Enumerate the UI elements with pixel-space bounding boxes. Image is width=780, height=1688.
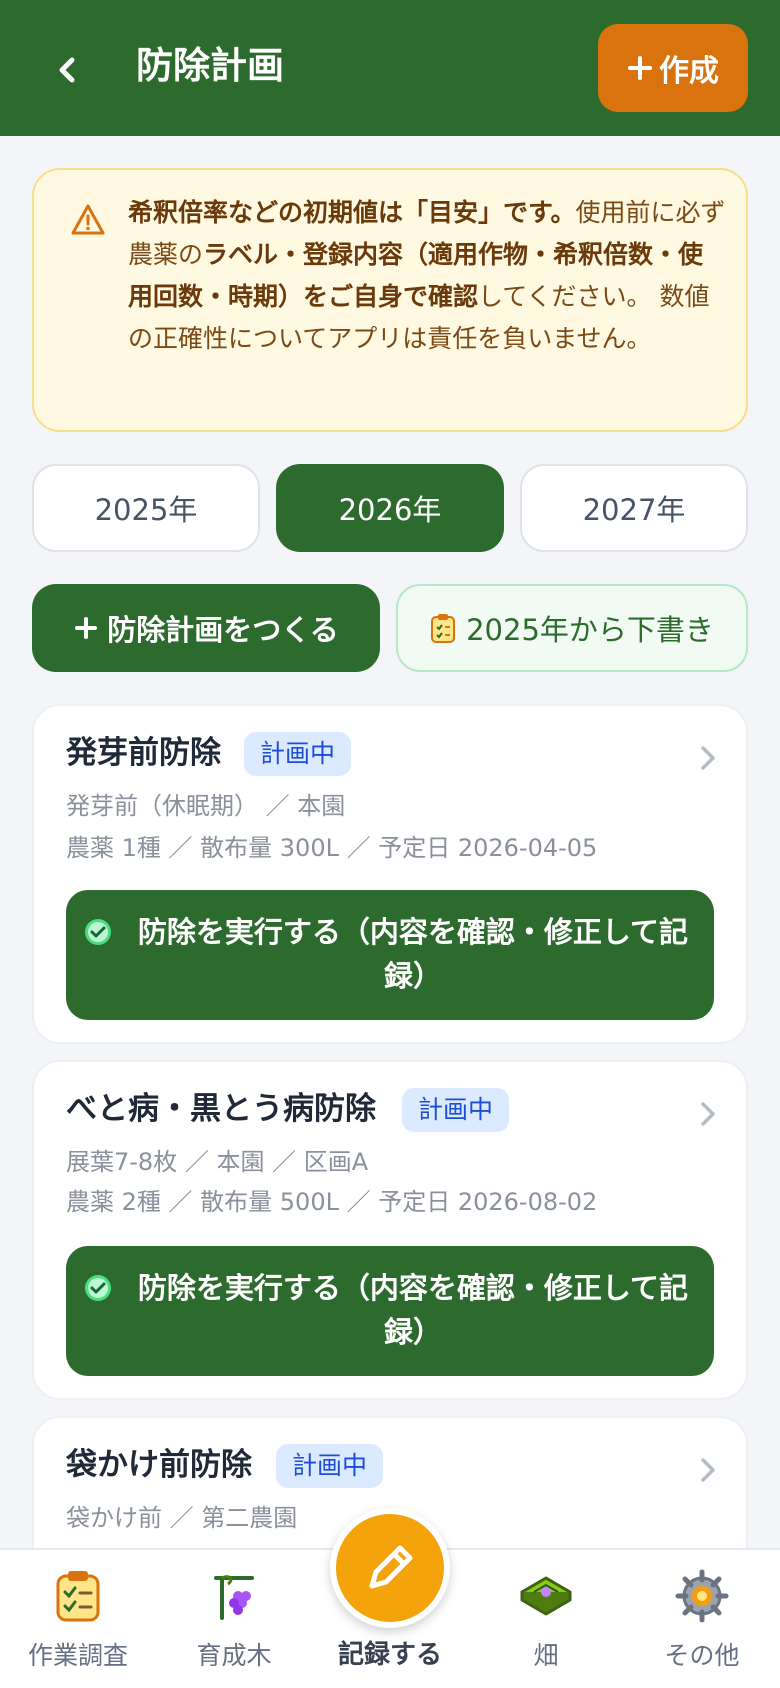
plan-title: 袋かけ前防除 [66,1447,252,1483]
chevron-right-icon [700,744,716,780]
warning-icon [71,204,105,235]
execute-spray-button[interactable]: 防除を実行する（内容を確認・修正して記録） [66,890,714,1020]
year-tab-2027[interactable]: 2027年 [520,464,748,552]
clipboard-icon [431,614,456,643]
make-plan-label: 防除計画をつくる [107,613,339,647]
execute-spray-label: 防除を実行する（内容を確認・修正して記録） [137,915,689,993]
draft-label: 2025年から下書き [466,613,714,647]
plan-card[interactable]: 発芽前防除 計画中 発芽前（休眠期） ／ 本園 農薬 1種 ／ 散布量 300L… [32,704,748,1044]
plan-meta-stage: 袋かけ前 ／ 第二農園 [66,1504,298,1532]
nav-item-work-survey[interactable]: 作業調査 [0,1550,156,1688]
nav-item-trees[interactable]: 育成木 [156,1550,312,1688]
plus-icon [628,56,652,80]
year-tab-2026[interactable]: 2026年 [276,464,504,552]
nav-label: 作業調査 [27,1641,128,1670]
disclaimer-bold-1: 希釈倍率などの初期値は「目安」です。 [128,198,576,227]
plan-title: 発芽前防除 [66,735,221,771]
draft-from-previous-button[interactable]: 2025年から下書き [396,584,748,672]
chevron-right-icon [700,1456,716,1492]
plan-card[interactable]: べと病・黒とう病防除 計画中 展葉7-8枚 ／ 本園 ／ 区画A 農薬 2種 ／… [32,1060,748,1400]
make-plan-button[interactable]: 防除計画をつくる [32,584,380,672]
pencil-icon [369,1545,413,1589]
plan-meta-details: 農薬 1種 ／ 散布量 300L ／ 予定日 2026-04-05 [66,834,598,862]
chevron-right-icon [700,1100,716,1136]
check-circle-icon [85,1275,111,1301]
status-badge: 計画中 [276,1444,384,1488]
chevron-left-icon [59,57,75,83]
nav-label: その他 [664,1641,740,1670]
create-button-label: 作成 [659,54,719,89]
clipboard-check-icon [56,1571,100,1622]
execute-spray-label: 防除を実行する（内容を確認・修正して記録） [137,1271,689,1349]
record-fab-label[interactable]: 記録する [310,1634,470,1671]
gear-icon [675,1569,729,1623]
nav-item-field[interactable]: 畑 [468,1550,624,1688]
record-fab-button[interactable] [330,1508,450,1628]
status-badge: 計画中 [244,732,352,776]
field-plot-icon [520,1576,572,1616]
create-button[interactable]: 作成 [598,24,748,112]
nav-item-other[interactable]: その他 [624,1550,780,1688]
app-header: 防除計画 作成 [0,0,780,136]
plus-icon [75,617,98,639]
execute-spray-button[interactable]: 防除を実行する（内容を確認・修正して記録） [66,1246,714,1376]
page-title: 防除計画 [136,44,284,87]
plan-meta-details: 農薬 2種 ／ 散布量 500L ／ 予定日 2026-08-02 [66,1188,598,1216]
nav-label: 育成木 [196,1641,272,1670]
plan-meta-stage: 展葉7-8枚 ／ 本園 ／ 区画A [66,1148,369,1176]
status-badge: 計画中 [402,1088,510,1132]
plan-meta-stage: 発芽前（休眠期） ／ 本園 [66,792,346,820]
back-button[interactable] [48,44,88,96]
nav-label: 畑 [533,1641,559,1670]
grape-vine-icon [214,1575,254,1620]
disclaimer-text: 希釈倍率などの初期値は「目安」です。使用前に必ず農薬のラベル・登録内容（適用作物… [128,192,728,360]
plan-title: べと病・黒とう病防除 [66,1091,376,1127]
disclaimer-notice: 希釈倍率などの初期値は「目安」です。使用前に必ず農薬のラベル・登録内容（適用作物… [32,168,748,432]
check-circle-icon [85,919,111,945]
year-tab-2025[interactable]: 2025年 [32,464,260,552]
